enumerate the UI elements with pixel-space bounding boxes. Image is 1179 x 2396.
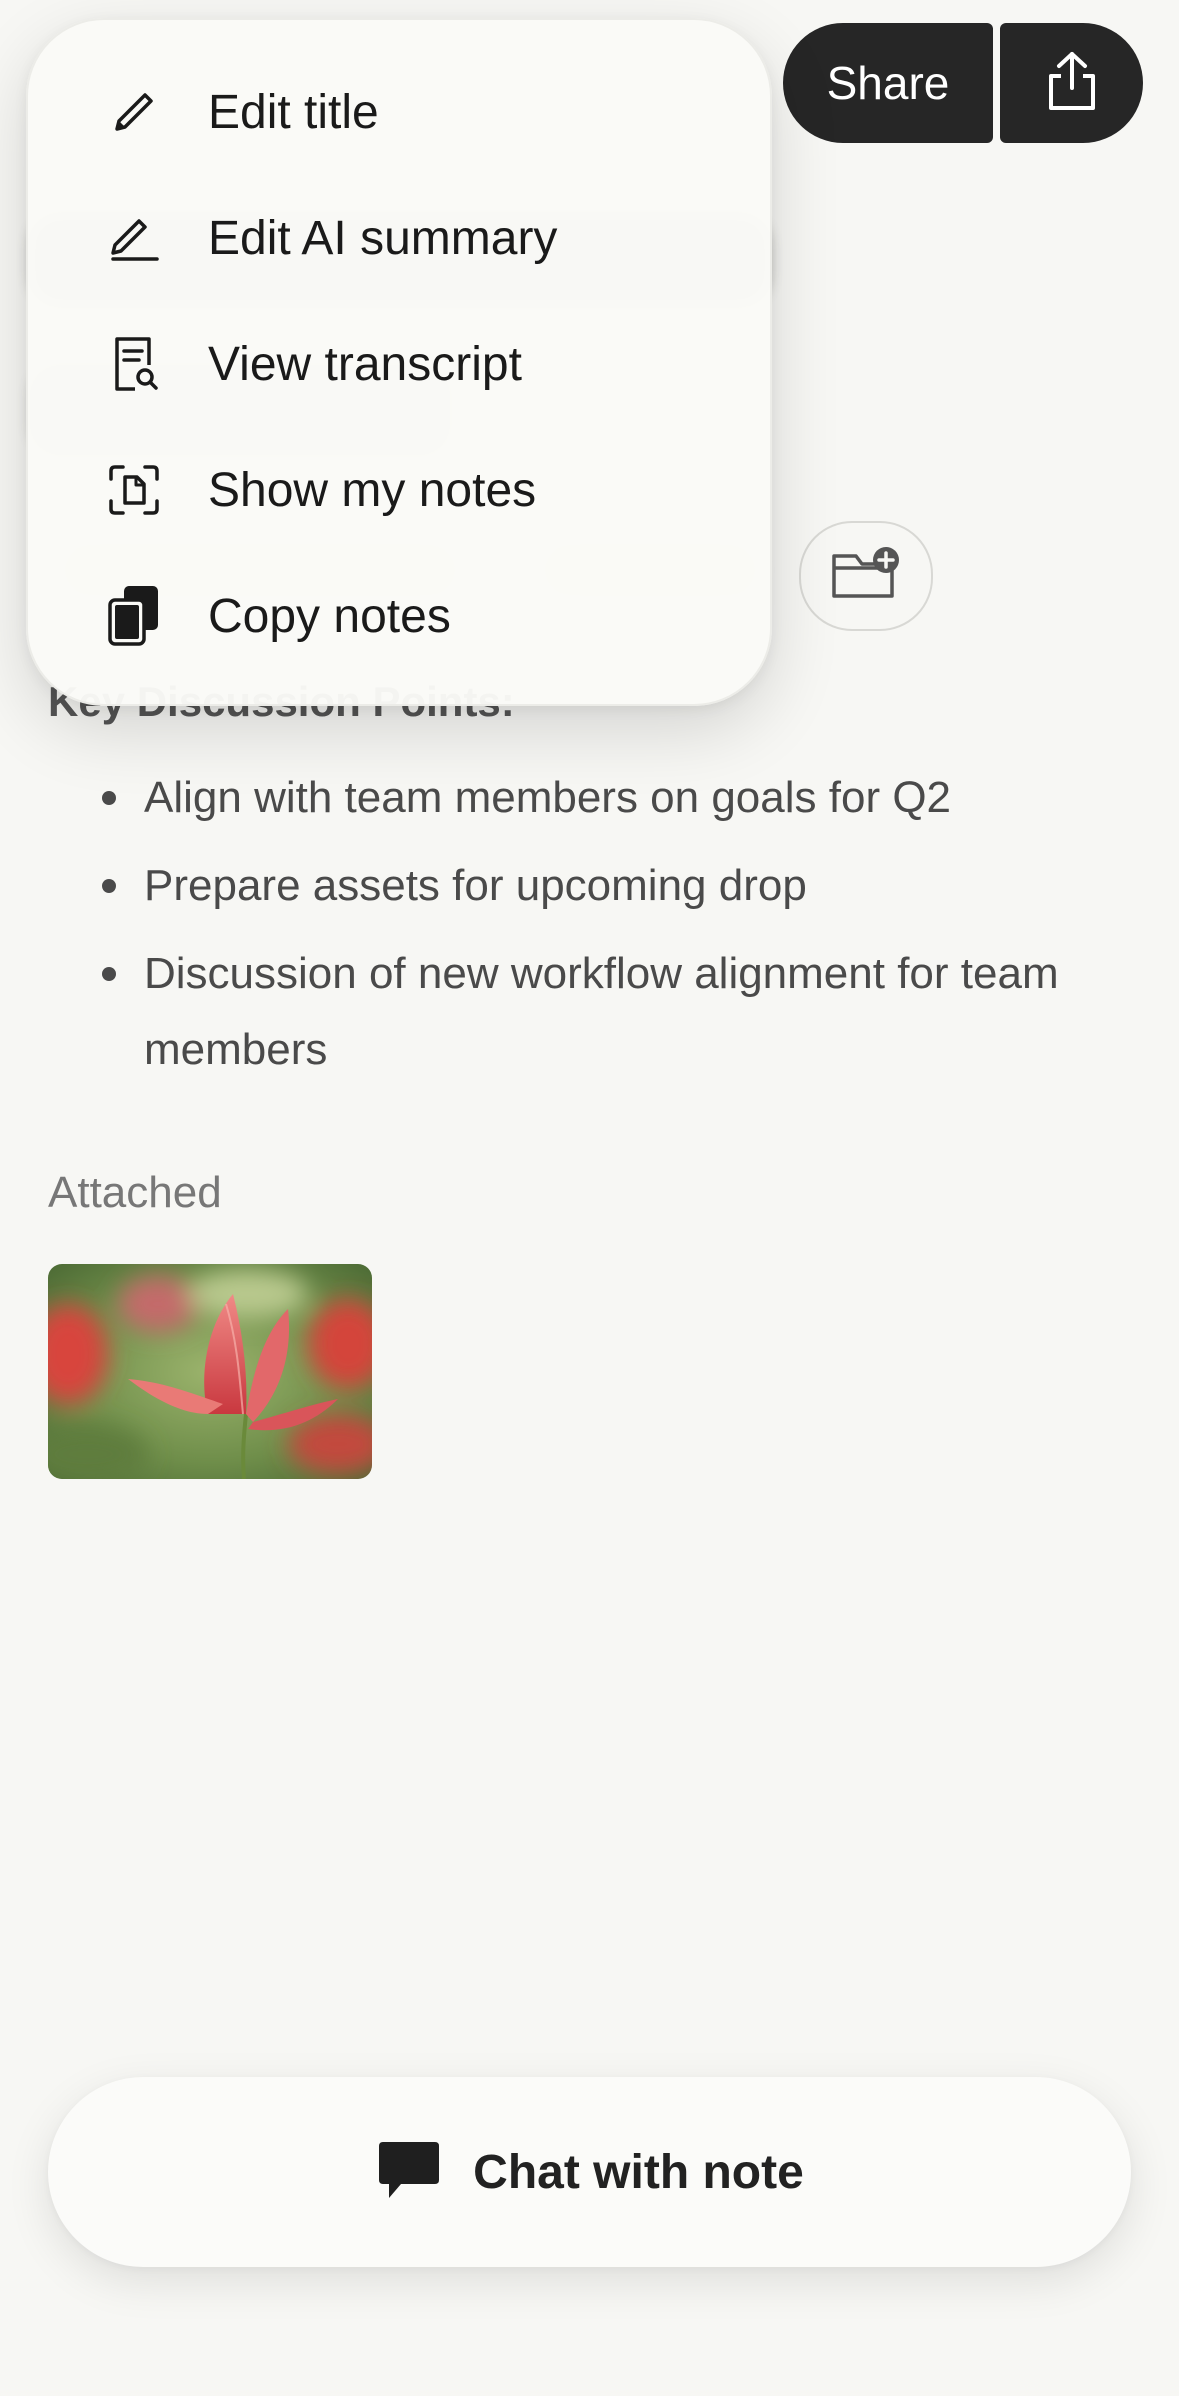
- menu-item-label: Edit title: [208, 85, 379, 139]
- menu-item-view-transcript[interactable]: View transcript: [28, 304, 770, 424]
- share-button[interactable]: Share: [783, 23, 993, 143]
- menu-item-label: View transcript: [208, 337, 522, 391]
- attachment-thumbnail[interactable]: [48, 1264, 372, 1479]
- menu-item-show-my-notes[interactable]: Show my notes: [28, 430, 770, 550]
- menu-item-label: Edit AI summary: [208, 211, 558, 265]
- copy-icon: [102, 584, 166, 648]
- discussion-points-list: Align with team members on goals for Q2 …: [48, 760, 1108, 1100]
- menu-item-edit-ai-summary[interactable]: Edit AI summary: [28, 178, 770, 298]
- menu-item-label: Copy notes: [208, 589, 451, 643]
- bullet-icon: [102, 879, 116, 893]
- chat-with-note-label: Chat with note: [473, 2145, 804, 2199]
- menu-item-copy-notes[interactable]: Copy notes: [28, 556, 770, 676]
- chat-bubble-icon: [375, 2138, 443, 2207]
- list-item-text: Align with team members on goals for Q2: [144, 773, 952, 822]
- share-upload-icon: [1043, 50, 1101, 117]
- bullet-icon: [102, 791, 116, 805]
- list-item-text: Discussion of new workflow alignment for…: [144, 949, 1059, 1074]
- attached-label: Attached: [48, 1168, 222, 1217]
- menu-item-edit-title[interactable]: Edit title: [28, 52, 770, 172]
- menu-item-label: Show my notes: [208, 463, 537, 517]
- edit-line-icon: [102, 206, 166, 270]
- tulip-photo-icon: [48, 1264, 372, 1479]
- transcript-search-icon: [102, 332, 166, 396]
- pencil-icon: [102, 80, 166, 144]
- share-controls: Share: [783, 23, 1143, 143]
- export-button[interactable]: [1000, 23, 1143, 143]
- chat-with-note-button[interactable]: Chat with note: [48, 2077, 1131, 2267]
- list-item-text: Prepare assets for upcoming drop: [144, 861, 807, 910]
- scan-document-icon: [102, 458, 166, 522]
- bullet-icon: [102, 967, 116, 981]
- note-options-menu: Edit title Edit AI summary View transcri…: [26, 18, 772, 706]
- share-button-label: Share: [826, 57, 950, 109]
- list-item: Discussion of new workflow alignment for…: [48, 936, 1108, 1088]
- list-item: Prepare assets for upcoming drop: [48, 848, 1108, 924]
- folder-add-icon: [830, 546, 902, 607]
- list-item: Align with team members on goals for Q2: [48, 760, 1108, 836]
- add-to-folder-button[interactable]: [799, 521, 933, 631]
